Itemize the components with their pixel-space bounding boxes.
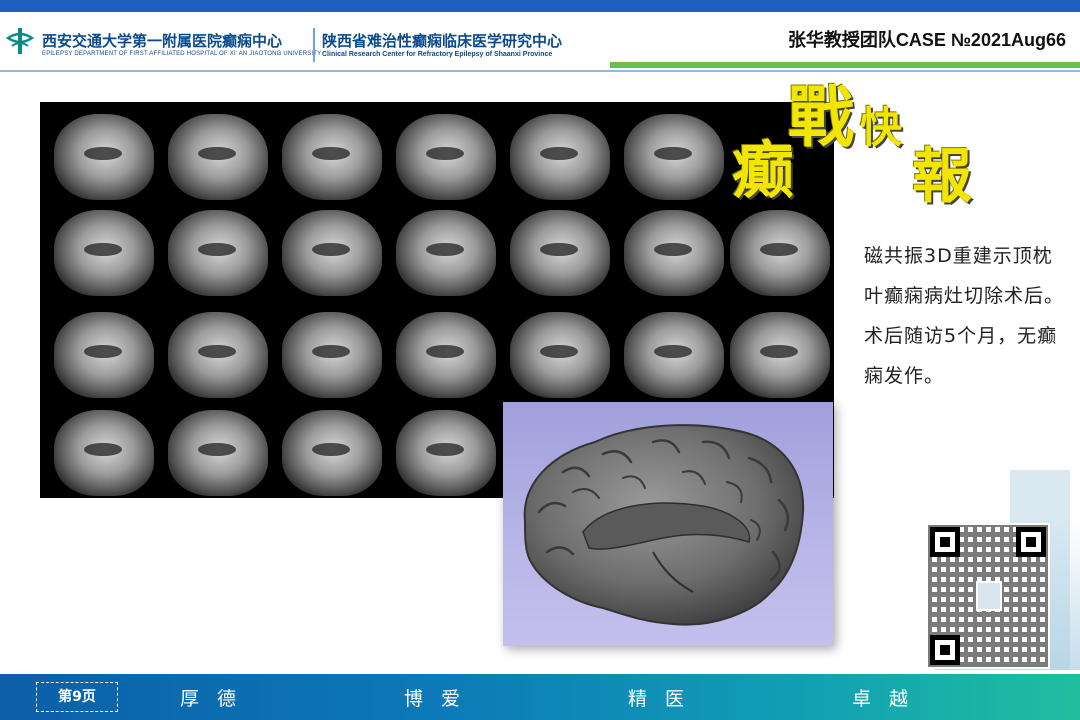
- mri-slice: [396, 210, 496, 296]
- mri-slice: [624, 312, 724, 398]
- calligraphy-char: 戰: [788, 78, 854, 156]
- mri-slice: [168, 210, 268, 296]
- mri-slice: [54, 114, 154, 200]
- header: 西安交通大学第一附属医院癫痫中心 EPILEPSY DEPARTMENT OF …: [0, 12, 1080, 72]
- calligraphy-char: 癫: [732, 134, 795, 207]
- case-id: 张华教授团队CASE №2021Aug66: [787, 30, 1066, 50]
- mri-slice: [168, 114, 268, 200]
- mri-slice: [730, 210, 830, 296]
- qr-finder: [930, 635, 960, 665]
- mri-slice: [168, 410, 268, 496]
- hospital-name-en: EPILEPSY DEPARTMENT OF FIRST AFFILIATED …: [42, 51, 322, 57]
- page-number: 第9页: [36, 682, 118, 712]
- mri-slice: [624, 210, 724, 296]
- mri-slice: [54, 210, 154, 296]
- mri-slice: [168, 312, 268, 398]
- header-blue-line: [0, 70, 1080, 72]
- hospital-name-cn: 西安交通大学第一附属医院癫痫中心: [42, 32, 283, 50]
- mri-slice: [624, 114, 724, 200]
- hospital-logo-icon: [6, 28, 34, 54]
- qr-finder: [1016, 527, 1046, 557]
- mri-slice: [282, 410, 382, 496]
- research-center-en: Clinical Research Center for Refractory …: [322, 51, 553, 58]
- calligraphy-char: 快: [860, 103, 903, 152]
- mri-slice: [282, 114, 382, 200]
- mri-slice: [282, 312, 382, 398]
- calligraphy-char: 報: [912, 142, 972, 212]
- footer-bar: 第9页 厚 德 博 爱 精 医 卓 越: [0, 674, 1080, 720]
- mri-slice: [510, 210, 610, 296]
- mri-slice: [510, 312, 610, 398]
- mri-slice: [282, 210, 382, 296]
- mri-slice: [396, 410, 496, 496]
- brain-3d-render-image: [523, 424, 805, 626]
- case-description: 磁共振3D重建示顶枕叶癫痫病灶切除术后。术后随访5个月，无癫痫发作。: [864, 245, 1065, 387]
- footer-motto: 博 爱: [404, 688, 467, 710]
- footer-motto: 卓 越: [852, 688, 915, 710]
- mri-slice: [730, 312, 830, 398]
- brain-3d-reconstruction: [503, 402, 833, 646]
- mri-slice: [54, 312, 154, 398]
- top-strip: [0, 0, 1080, 12]
- mri-slice: [396, 114, 496, 200]
- research-center-cn: 陕西省难治性癫痫临床医学研究中心: [322, 32, 563, 50]
- header-divider: [313, 28, 315, 62]
- qr-avatar: [976, 581, 1002, 611]
- qr-code[interactable]: [926, 523, 1050, 669]
- qr-finder: [930, 527, 960, 557]
- footer-motto: 厚 德: [180, 688, 243, 710]
- mri-slice: [510, 114, 610, 200]
- footer-motto: 精 医: [628, 688, 691, 710]
- mri-slice: [54, 410, 154, 496]
- mri-slice: [396, 312, 496, 398]
